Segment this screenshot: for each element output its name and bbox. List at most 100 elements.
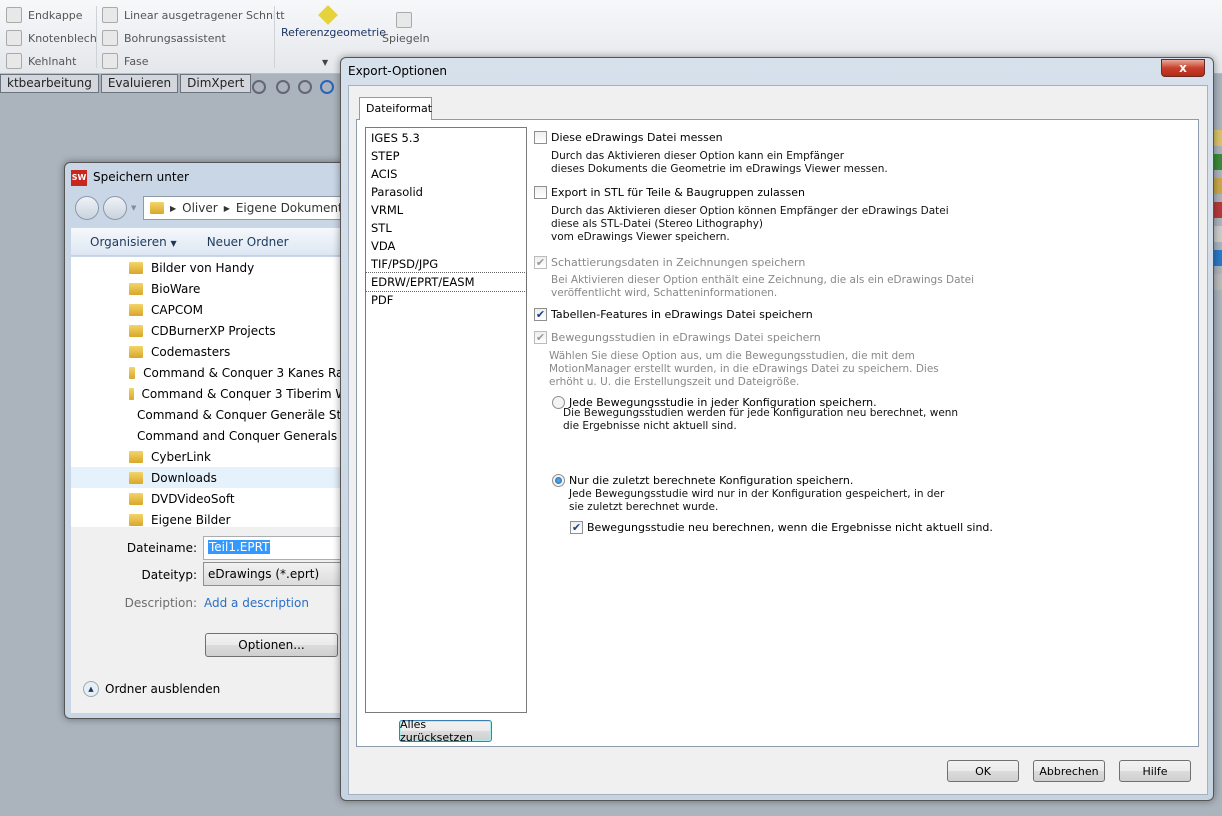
zoom-out-icon[interactable] (298, 80, 312, 94)
format-item[interactable]: IGES 5.3 (366, 129, 526, 147)
format-item[interactable]: STL (366, 219, 526, 237)
chamfer-icon (102, 53, 118, 69)
globe-icon[interactable] (1214, 250, 1222, 266)
format-item[interactable]: VDA (366, 237, 526, 255)
format-item[interactable]: ACIS (366, 165, 526, 183)
help-button[interactable]: Hilfe (1119, 760, 1191, 782)
desc-line: Durch das Aktivieren dieser Option kann … (551, 150, 845, 162)
folder-item[interactable]: Command and Conquer Generals Data (71, 425, 365, 446)
folder-item[interactable]: CAPCOM (71, 299, 365, 320)
format-item[interactable]: STEP (366, 147, 526, 165)
breadcrumb-item[interactable]: Oliver (182, 201, 218, 215)
format-item[interactable]: VRML (366, 201, 526, 219)
measure-checkbox[interactable]: Diese eDrawings Datei messen (534, 131, 723, 144)
format-item[interactable]: EDRW/EPRT/EASM (365, 272, 527, 292)
folder-item[interactable]: DVDVideoSoft (71, 488, 365, 509)
folder-icon[interactable] (1214, 178, 1222, 194)
ribbon-endkappe[interactable]: Endkappe (6, 7, 83, 23)
motion-checkbox[interactable]: ✔ Bewegungsstudien in eDrawings Datei spe… (534, 331, 821, 344)
label: Referenzgeometrie (281, 26, 386, 39)
desc-line: dieses Dokuments die Geometrie im eDrawi… (551, 163, 888, 175)
tab-dimxpert[interactable]: DimXpert (180, 74, 252, 93)
tab-evaluate[interactable]: Evaluieren (100, 74, 179, 93)
folder-item[interactable]: BioWare (71, 278, 365, 299)
address-bar[interactable]: ▶ Oliver ▶ Eigene Dokumente (143, 196, 373, 220)
new-folder-button[interactable]: Neuer Ordner (207, 235, 289, 249)
reset-all-button[interactable]: Alles zurücksetzen (399, 718, 492, 744)
folder-item[interactable]: Command & Conquer 3 Tiberim Wars (71, 383, 365, 404)
cancel-button[interactable]: Abbrechen (1033, 760, 1105, 782)
folder-list[interactable]: Bilder von Handy BioWare CAPCOM CDBurnerXP … (71, 257, 365, 527)
label: Kehlnaht (28, 54, 77, 68)
folder-icon (129, 282, 143, 295)
checkbox[interactable] (534, 131, 547, 144)
folder-item[interactable]: Command & Conquer Generäle Stunde (71, 404, 365, 425)
folder-item[interactable]: CyberLink (71, 446, 365, 467)
options-button[interactable]: Optionen... (205, 633, 338, 657)
ribbon-linear-cut[interactable]: Linear ausgetragener Schnitt (102, 7, 285, 23)
folder-item[interactable]: CDBurnerXP Projects (71, 320, 365, 341)
organize-button[interactable]: Organisieren ▼ (90, 235, 177, 249)
folder-icon (129, 261, 143, 274)
ribbon-chamfer[interactable]: Fase (102, 53, 149, 69)
folder-item[interactable]: Command & Conquer 3 Kanes Rache (71, 362, 365, 383)
folder-name: DVDVideoSoft (151, 491, 235, 506)
folder-item[interactable]: Downloads (71, 467, 365, 488)
folder-item[interactable]: Eigene Bilder (71, 509, 365, 527)
forward-button[interactable] (103, 196, 127, 220)
recalc-checkbox[interactable]: ✔ Bewegungsstudie neu berechnen, wenn die… (570, 521, 993, 534)
radio[interactable] (552, 474, 565, 487)
task-pane-tabs (1214, 130, 1222, 310)
hole-icon (102, 30, 118, 46)
format-list[interactable]: IGES 5.3 STEP ACIS Parasolid VRML STL VDA TIF/P… (365, 127, 527, 713)
close-button[interactable]: x (1161, 59, 1205, 77)
checkbox[interactable]: ✔ (534, 256, 547, 269)
endcap-icon (6, 7, 22, 23)
radio-last-configuration[interactable]: Nur die zuletzt berechnete Konfiguration… (552, 474, 853, 487)
format-item[interactable]: PDF (366, 291, 526, 309)
folder-name: Bilder von Handy (151, 260, 255, 275)
appearance-icon[interactable] (1214, 202, 1222, 218)
ok-button[interactable]: OK (947, 760, 1019, 782)
stl-description: Durch das Aktivieren dieser Option könne… (551, 205, 949, 244)
label: Bewegungsstudien in eDrawings Datei spei… (551, 331, 821, 344)
folder-item[interactable]: Codemasters (71, 341, 365, 362)
folder-item[interactable]: Bilder von Handy (71, 257, 365, 278)
checkbox[interactable]: ✔ (534, 331, 547, 344)
breadcrumb-item[interactable]: Eigene Dokumente (236, 201, 350, 215)
checkbox[interactable]: ✔ (534, 308, 547, 321)
ribbon-hole-wizard[interactable]: Bohrungsassistent (102, 30, 226, 46)
format-item[interactable]: Parasolid (366, 183, 526, 201)
ribbon-mirror[interactable]: Spiegeln (382, 12, 430, 45)
stl-checkbox[interactable]: Export in STL für Teile & Baugruppen zul… (534, 186, 805, 199)
label: Schattierungsdaten in Zeichnungen speich… (551, 256, 806, 269)
desc-line: Durch das Aktivieren dieser Option könne… (551, 205, 949, 217)
library-icon[interactable] (1214, 154, 1222, 170)
hide-folders-button[interactable]: ▲ Ordner ausblenden (83, 681, 220, 697)
format-item[interactable]: TIF/PSD/JPG (366, 255, 526, 273)
ribbon-knotenblech[interactable]: Knotenblech (6, 30, 97, 46)
checkbox[interactable] (534, 186, 547, 199)
notes-icon[interactable] (1214, 274, 1222, 290)
history-dropdown-icon[interactable]: ▼ (131, 204, 136, 212)
add-description-link[interactable]: Add a description (204, 596, 309, 610)
solidworks-icon: SW (71, 170, 87, 186)
ribbon-kehlnaht[interactable]: Kehlnaht (6, 53, 76, 69)
properties-icon[interactable] (1214, 226, 1222, 242)
home-icon[interactable] (1214, 130, 1222, 146)
checkbox[interactable]: ✔ (570, 521, 583, 534)
shading-checkbox[interactable]: ✔ Schattierungsdaten in Zeichnungen speic… (534, 256, 805, 269)
zoom-fit-icon[interactable] (252, 80, 266, 94)
folder-icon (129, 345, 143, 358)
folder-name: Command & Conquer 3 Tiberim Wars (141, 386, 366, 401)
back-button[interactable] (75, 196, 99, 220)
tab-feature-editing[interactable]: ktbearbeitung (0, 74, 99, 93)
command-bar: Organisieren ▼ Neuer Ordner (71, 228, 365, 256)
zoom-area-icon[interactable] (276, 80, 290, 94)
tab-file-format[interactable]: Dateiformat (359, 97, 432, 120)
previous-view-icon[interactable] (320, 80, 334, 94)
dropdown-arrow-icon[interactable]: ▼ (322, 58, 328, 67)
tables-checkbox[interactable]: ✔ Tabellen-Features in eDrawings Datei sp… (534, 308, 813, 321)
chevron-down-icon: ▼ (170, 238, 177, 248)
ribbon-reference-geometry[interactable]: Referenzgeometrie (281, 5, 386, 39)
